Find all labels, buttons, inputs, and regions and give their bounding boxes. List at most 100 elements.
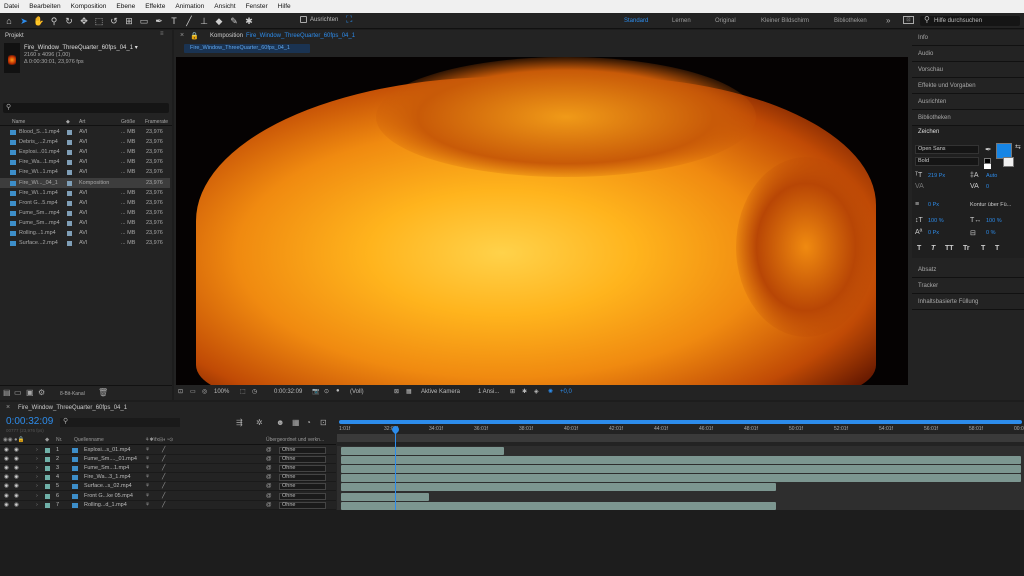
- clone-stamp-icon[interactable]: ⊥: [198, 15, 210, 27]
- layer-duration-bar[interactable]: [341, 492, 430, 501]
- project-item[interactable]: Explosi...01.mp4 AVI ... MB 23,976: [0, 147, 170, 157]
- menu-effekte[interactable]: Effekte: [145, 3, 165, 10]
- parent-select[interactable]: Ohne: [279, 465, 326, 473]
- small-caps-button[interactable]: Tr: [963, 245, 970, 252]
- libraries-panel-tab[interactable]: Bibliotheken: [912, 110, 1024, 126]
- project-search-input[interactable]: ⚲: [3, 103, 169, 113]
- content-aware-fill-tab[interactable]: Inhaltsbasierte Füllung: [912, 294, 1024, 310]
- workspace-standard[interactable]: Standard: [624, 18, 648, 24]
- subscript-button[interactable]: T: [995, 245, 999, 252]
- snapping-icon[interactable]: ⛶: [346, 14, 352, 25]
- workspace-small-screen[interactable]: Kleiner Bildschirm: [761, 18, 809, 24]
- tracking-value[interactable]: 0: [986, 184, 989, 190]
- anchor-tool-icon[interactable]: ⊞: [123, 15, 135, 27]
- rotate-tool-icon[interactable]: ↺: [108, 15, 120, 27]
- transparency-grid-icon[interactable]: ▦: [406, 388, 412, 395]
- project-item[interactable]: Front G...5.mp4 AVI ... MB 23,976: [0, 198, 170, 208]
- rectangle-tool-icon[interactable]: ▭: [138, 15, 150, 27]
- comp-timecode[interactable]: 0:00:32:09: [274, 389, 302, 395]
- quality-switch-icon[interactable]: ╱: [162, 501, 165, 510]
- quality-switch-icon[interactable]: ╱: [162, 492, 165, 501]
- comp-tab-name[interactable]: Fire_Window_ThreeQuarter_60fps_04_1: [246, 33, 355, 39]
- font-family-select[interactable]: Open Sans: [915, 145, 979, 154]
- menu-datei[interactable]: Datei: [4, 3, 19, 10]
- character-title[interactable]: Zeichen: [918, 129, 939, 135]
- label-color[interactable]: [45, 466, 50, 472]
- shy-icon[interactable]: ☻: [276, 418, 284, 427]
- layer-duration-bar[interactable]: [341, 447, 505, 455]
- project-item[interactable]: Fire_Wa...1.mp4 AVI ... MB 23,976: [0, 157, 170, 167]
- label-color[interactable]: [67, 140, 72, 146]
- all-caps-button[interactable]: TT: [945, 245, 954, 252]
- region-icon[interactable]: ⊠: [394, 388, 399, 395]
- timeline-timecode[interactable]: 0:00:32:09: [6, 416, 53, 427]
- delete-icon[interactable]: 🗑: [98, 388, 108, 397]
- monitor-icon[interactable]: ▭: [190, 388, 196, 395]
- type-tool-icon[interactable]: T: [168, 15, 180, 27]
- label-color[interactable]: [67, 130, 72, 135]
- quality-switch-icon[interactable]: ╱: [162, 446, 165, 455]
- pickwhip-icon[interactable]: @: [266, 455, 272, 464]
- time-ruler[interactable]: 1:01f32:01f34:01f36:01f38:01f40:01f42:01…: [337, 420, 1024, 444]
- close-icon[interactable]: ×: [180, 32, 184, 39]
- shy-switch-icon[interactable]: ⚘: [145, 473, 150, 482]
- timeline-search-input[interactable]: ⚲: [60, 418, 180, 427]
- timecode-icon[interactable]: ◷: [252, 388, 257, 395]
- project-item[interactable]: Fire_Wi..._04_1 Komposition 23,976: [0, 177, 170, 188]
- lock-icon[interactable]: 🔒: [190, 32, 199, 40]
- toggle-pixel-icon[interactable]: ⊞: [510, 388, 515, 395]
- expand-icon[interactable]: ›: [36, 455, 38, 464]
- pan-camera-icon[interactable]: ✥: [78, 15, 90, 27]
- layer-row[interactable]: ◉ ◉ › 4 Fire_Wa...3_1.mp4 ⚘ ╱ @ Ohne: [0, 473, 336, 483]
- label-col-icon[interactable]: ◆: [66, 119, 70, 125]
- label-color[interactable]: [67, 180, 72, 186]
- layer-row[interactable]: ◉ ◉ › 2 Fume_Sm...._01.mp4 ⚘ ╱ @ Ohne: [0, 455, 336, 465]
- show-snapshot-icon[interactable]: ⊙: [324, 388, 329, 395]
- more-workspaces-icon[interactable]: »: [886, 16, 890, 25]
- visibility-icon[interactable]: ◉: [4, 455, 9, 464]
- expand-icon[interactable]: ›: [36, 473, 38, 482]
- pen-tool-icon[interactable]: ✒: [153, 15, 165, 27]
- label-color[interactable]: [67, 210, 72, 216]
- grid-icon[interactable]: ⊡: [178, 388, 183, 395]
- graph-editor-icon[interactable]: ⊡: [320, 418, 327, 427]
- menu-bearbeiten[interactable]: Bearbeiten: [29, 3, 60, 10]
- align-checkbox[interactable]: [300, 16, 307, 23]
- layer-row[interactable]: ◉ ◉ › 3 Fume_Sm...1.mp4 ⚘ ╱ @ Ohne: [0, 464, 336, 474]
- layer-name[interactable]: Surface...s_02.mp4: [84, 482, 132, 491]
- label-color[interactable]: [45, 448, 50, 453]
- layer-name[interactable]: Front G...ke 05.mp4: [84, 492, 133, 501]
- preview-panel-tab[interactable]: Vorschau: [912, 62, 1024, 78]
- zoom-value[interactable]: 100%: [214, 389, 229, 395]
- parent-select[interactable]: Ohne: [279, 474, 326, 482]
- project-item[interactable]: Surface...2.mp4 AVI ... MB 23,976: [0, 238, 170, 248]
- layer-name[interactable]: Explosi...s_01.mp4: [84, 446, 130, 455]
- menu-animation[interactable]: Animation: [175, 3, 204, 10]
- snapshot-icon[interactable]: 📷: [312, 388, 319, 395]
- leading-value[interactable]: Auto: [986, 173, 997, 179]
- tracker-panel-tab[interactable]: Tracker: [912, 278, 1024, 294]
- eraser-tool-icon[interactable]: ◆: [213, 15, 225, 27]
- menu-fenster[interactable]: Fenster: [246, 3, 268, 10]
- label-color[interactable]: [45, 457, 50, 463]
- shy-switch-icon[interactable]: ⚘: [145, 446, 150, 455]
- parent-select[interactable]: Ohne: [279, 492, 326, 500]
- exposure-icon[interactable]: ✺: [548, 388, 553, 395]
- close-icon[interactable]: ×: [6, 404, 10, 411]
- quality-switch-icon[interactable]: ╱: [162, 455, 165, 464]
- layer-name[interactable]: Fire_Wa...3_1.mp4: [84, 473, 131, 482]
- swap-colors-icon[interactable]: ⇆: [1015, 143, 1021, 151]
- brush-tool-icon[interactable]: ╱: [183, 15, 195, 27]
- baseline-value[interactable]: 0 Px: [928, 230, 939, 236]
- comp-subtab[interactable]: Fire_Window_ThreeQuarter_60fps_04_1: [184, 44, 310, 53]
- tsume-value[interactable]: 0 %: [986, 230, 995, 236]
- layer-duration-bar[interactable]: [341, 474, 1021, 483]
- shy-switch-icon[interactable]: ⚘: [145, 455, 150, 464]
- label-color[interactable]: [67, 220, 72, 226]
- resolution-select[interactable]: (Voll): [350, 389, 364, 395]
- new-folder-icon[interactable]: ▭: [14, 388, 22, 397]
- color-channel-icon[interactable]: ●: [336, 388, 340, 394]
- pickwhip-icon[interactable]: @: [266, 473, 272, 482]
- layer-duration-bar[interactable]: [341, 465, 1021, 474]
- shy-switch-icon[interactable]: ⚘: [145, 464, 150, 473]
